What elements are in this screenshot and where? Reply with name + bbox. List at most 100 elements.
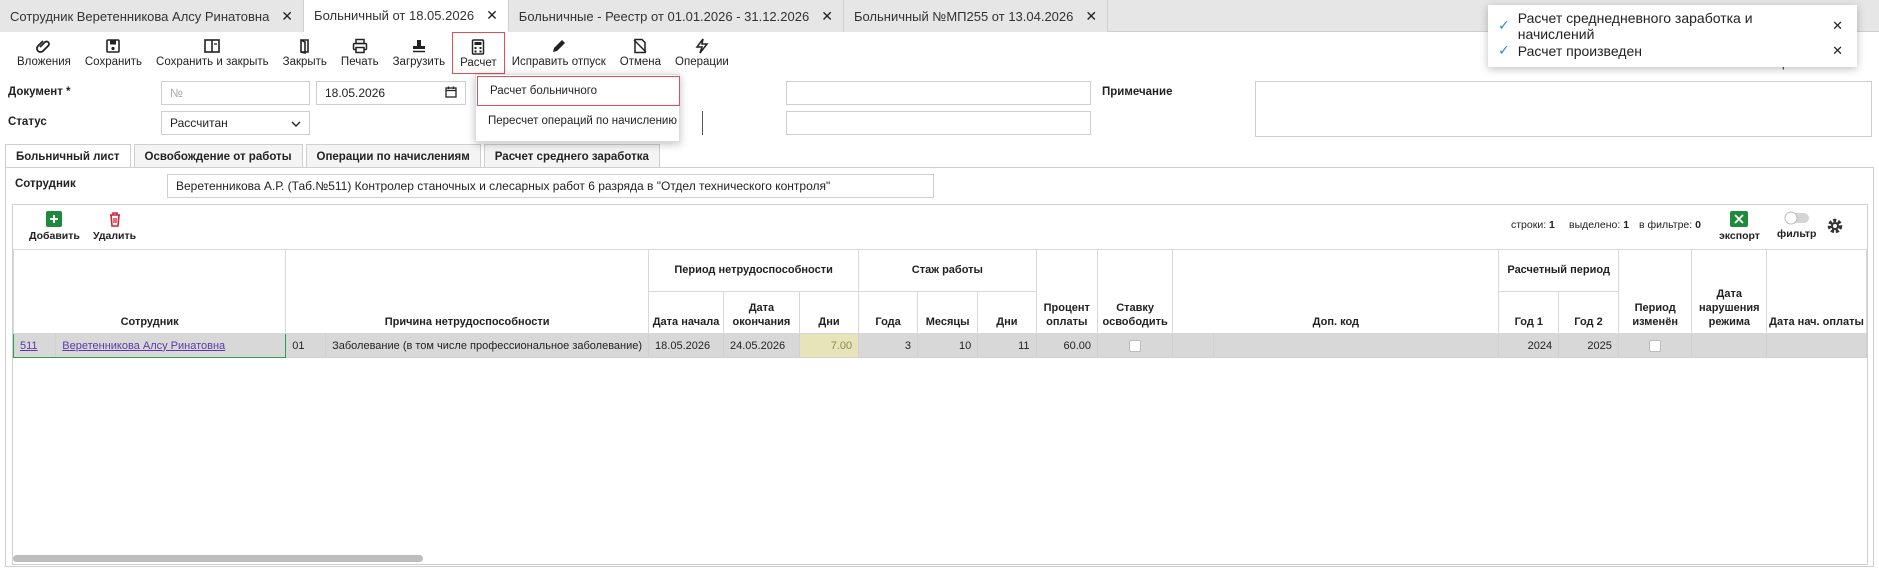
operations-button[interactable]: Операции [668, 32, 736, 74]
export-button[interactable]: экспорт [1719, 211, 1760, 242]
tab-sick-leave-sheet[interactable]: Больничный лист [5, 144, 131, 168]
col-group-period: Период нетрудоспособности [648, 249, 860, 292]
employee-label: Сотрудник [15, 178, 76, 190]
col-year2[interactable]: Год 2 [1558, 291, 1619, 334]
tab-sick-leave[interactable]: Больничный от 18.05.2026 ✕ [304, 0, 509, 32]
reason-code-cell[interactable]: 01 [285, 333, 327, 358]
date-start-cell[interactable]: 18.05.2026 [648, 333, 725, 358]
tab-accrual-operations[interactable]: Операции по начислениям [305, 144, 481, 168]
employee-link[interactable]: Веретенникова Алсу Ринатовна [55, 333, 287, 358]
date-end-cell[interactable]: 24.05.2026 [723, 333, 800, 358]
plus-icon [46, 211, 63, 230]
calculator-icon [471, 37, 485, 57]
grid-toolbar: Добавить Удалить строки: 1 выделено: 1 в… [13, 205, 1867, 249]
menu-item-recalc-operations[interactable]: Пересчет операций по начислению [476, 106, 679, 136]
doc-date-input[interactable]: 18.05.2026 [316, 81, 466, 105]
col-employee[interactable]: Сотрудник [13, 249, 287, 334]
fix-leave-button[interactable]: Исправить отпуск [505, 32, 613, 74]
notification-item: ✓ Расчет среднедневного заработка и начи… [1498, 9, 1843, 42]
close-icon[interactable]: ✕ [1832, 18, 1843, 34]
pay-start-cell[interactable] [1766, 333, 1867, 358]
tab-work-exemption[interactable]: Освобождение от работы [133, 144, 303, 168]
delete-button[interactable]: Удалить [93, 211, 136, 242]
add-code-cell-2[interactable] [1213, 333, 1500, 358]
cancel-doc-icon [632, 36, 648, 56]
col-months[interactable]: Месяцы [916, 291, 979, 334]
close-icon[interactable]: ✕ [1832, 43, 1843, 59]
col-years[interactable]: Года [858, 291, 918, 334]
tab-number-link[interactable]: 511 [13, 333, 57, 358]
col-exp-days[interactable]: Дни [977, 291, 1037, 334]
calendar-icon[interactable] [445, 86, 457, 101]
calc-button[interactable]: Расчет [452, 32, 505, 74]
col-violation-date[interactable]: Дата нарушения режима [1691, 249, 1768, 334]
horizontal-scrollbar[interactable] [13, 555, 423, 562]
attachments-button[interactable]: Вложения [10, 32, 78, 74]
col-pct[interactable]: Процент оплаты [1035, 249, 1099, 334]
main-toolbar: Вложения Сохранить Сохранить и закрыть З… [0, 32, 736, 74]
violation-date-cell[interactable] [1691, 333, 1768, 358]
exp-days-cell[interactable]: 11 [977, 333, 1037, 358]
pencil-icon [551, 36, 567, 56]
col-period-changed[interactable]: Период изменён [1617, 249, 1693, 334]
trash-icon [108, 211, 122, 230]
status-divider [686, 111, 703, 135]
notification-item: ✓ Расчет произведен ✕ [1498, 42, 1843, 59]
col-year1[interactable]: Год 1 [1498, 291, 1560, 334]
free-rate-checkbox[interactable] [1129, 339, 1142, 352]
add-code-cell-1[interactable] [1172, 333, 1215, 358]
tab-average-earnings[interactable]: Расчет среднего заработка [483, 144, 660, 168]
menu-item-calc-sick-leave[interactable]: Расчет больничного [477, 76, 680, 106]
close-icon[interactable]: ✕ [1085, 8, 1097, 25]
col-free-rate[interactable]: Ставку освободить [1097, 249, 1174, 334]
years-cell[interactable]: 3 [858, 333, 918, 358]
filter-toggle[interactable]: фильтр [1777, 211, 1816, 240]
employee-field[interactable]: Веретенникова А.Р. (Таб.№511) Контролер … [167, 174, 934, 198]
door-icon [297, 36, 313, 56]
year1-cell[interactable]: 2024 [1498, 333, 1560, 358]
tab-sick-leave-mp255[interactable]: Больничный №МП255 от 13.04.2026 ✕ [843, 0, 1109, 32]
col-pay-start[interactable]: Дата нач. оплаты [1766, 249, 1867, 334]
add-button[interactable]: Добавить [29, 211, 80, 242]
lightning-icon [694, 36, 710, 56]
col-days[interactable]: Дни [798, 291, 860, 334]
document-label: Документ * [8, 86, 71, 98]
calc-menu: Расчет больничного Пересчет операций по … [475, 74, 680, 142]
print-button[interactable]: Печать [334, 32, 386, 74]
save-close-button[interactable]: Сохранить и закрыть [149, 32, 276, 74]
close-icon[interactable]: ✕ [486, 7, 498, 24]
tab-employee[interactable]: Сотрудник Веретенникова Алсу Ринатовна ✕ [0, 0, 305, 32]
reason-cell[interactable]: Заболевание (в том числе профессионально… [325, 333, 650, 358]
note-textarea[interactable] [1255, 81, 1872, 137]
doc-number-input[interactable]: № [161, 81, 310, 105]
book-icon [203, 36, 221, 56]
days-cell[interactable]: 7.00 [798, 333, 860, 358]
free-rate-cell[interactable] [1097, 333, 1174, 358]
status-select[interactable]: Рассчитан [161, 111, 310, 135]
close-icon[interactable]: ✕ [281, 8, 293, 25]
doc-extra-field-1[interactable] [786, 81, 1091, 105]
doc-extra-field-2[interactable] [786, 111, 1091, 135]
close-icon[interactable]: ✕ [821, 8, 833, 25]
close-button[interactable]: Закрыть [276, 32, 334, 74]
col-add-code[interactable]: Доп. код [1172, 249, 1500, 334]
notification-panel: ✓ Расчет среднедневного заработка и начи… [1488, 5, 1857, 67]
pct-cell[interactable]: 60.00 [1035, 333, 1099, 358]
table-row[interactable]: 511 Веретенникова Алсу Ринатовна 01 Забо… [13, 333, 1867, 358]
months-cell[interactable]: 10 [916, 333, 979, 358]
save-button[interactable]: Сохранить [78, 32, 149, 74]
col-reason[interactable]: Причина нетрудоспособности [285, 249, 650, 334]
selected-count: выделено: 1 [1569, 219, 1630, 231]
load-button[interactable]: Загрузить [386, 32, 453, 74]
period-changed-checkbox[interactable] [1649, 339, 1662, 352]
col-date-start[interactable]: Дата начала [648, 291, 725, 334]
cancel-button[interactable]: Отмена [613, 32, 668, 74]
toggle-icon [1784, 211, 1810, 228]
year2-cell[interactable]: 2025 [1558, 333, 1619, 358]
settings-gear-icon[interactable] [1826, 217, 1844, 235]
floppy-icon [105, 36, 121, 56]
period-changed-cell[interactable] [1617, 333, 1693, 358]
rows-count: строки: 1 [1511, 219, 1555, 231]
col-date-end[interactable]: Дата окончания [723, 291, 800, 334]
tab-registry[interactable]: Больничные - Реестр от 01.01.2026 - 31.1… [508, 0, 844, 32]
